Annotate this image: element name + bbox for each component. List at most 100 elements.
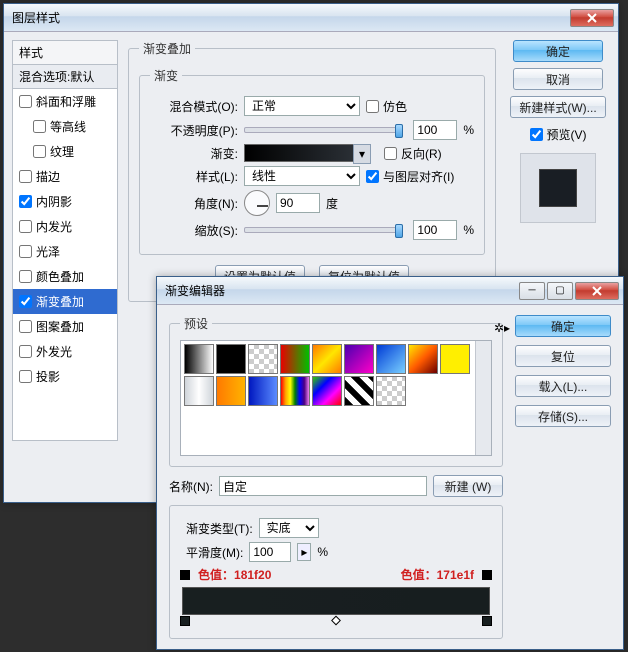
style-item-label: 渐变叠加	[36, 293, 84, 310]
preset-swatch-6[interactable]	[376, 344, 406, 374]
preview-swatch	[539, 169, 577, 207]
reset-button[interactable]: 复位	[515, 345, 611, 367]
name-input[interactable]	[219, 476, 427, 496]
close-button[interactable]	[570, 9, 614, 27]
presets-grid	[180, 340, 492, 456]
preset-swatch-14[interactable]	[344, 376, 374, 406]
preset-swatch-15[interactable]	[376, 376, 406, 406]
style-item-label: 内发光	[36, 218, 72, 235]
color-value-1: 181f20	[234, 568, 271, 582]
style-item-checkbox[interactable]	[19, 345, 32, 358]
style-item-checkbox[interactable]	[33, 145, 46, 158]
color-stop-left[interactable]	[180, 616, 190, 626]
style-label: 样式(L):	[150, 168, 238, 185]
styles-list: 斜面和浮雕等高线纹理描边内阴影内发光光泽颜色叠加渐变叠加图案叠加外发光投影	[12, 89, 118, 441]
titlebar[interactable]: 图层样式	[4, 4, 618, 32]
style-item-checkbox[interactable]	[19, 295, 32, 308]
gradient-editor-right-column: 确定 复位 载入(L)... 存储(S)...	[515, 315, 611, 639]
smoothness-dropdown-icon[interactable]: ▸	[297, 543, 311, 561]
style-item-label: 纹理	[50, 143, 74, 160]
style-item-4[interactable]: 内阴影	[13, 189, 117, 214]
style-item-8[interactable]: 渐变叠加	[13, 289, 117, 314]
angle-input[interactable]	[276, 193, 320, 213]
smoothness-input[interactable]	[249, 542, 291, 562]
style-item-checkbox[interactable]	[19, 195, 32, 208]
stop-marker-top-right[interactable]	[482, 570, 492, 580]
styles-header[interactable]: 样式	[12, 40, 118, 65]
opacity-slider[interactable]	[244, 127, 401, 133]
preset-swatch-3[interactable]	[280, 344, 310, 374]
preset-swatch-7[interactable]	[408, 344, 438, 374]
load-button[interactable]: 载入(L)...	[515, 375, 611, 397]
color-stop-right[interactable]	[482, 616, 492, 626]
scale-input[interactable]	[413, 220, 457, 240]
cancel-button[interactable]: 取消	[513, 68, 603, 90]
preset-swatch-5[interactable]	[344, 344, 374, 374]
style-item-5[interactable]: 内发光	[13, 214, 117, 239]
blend-mode-select[interactable]: 正常	[244, 96, 360, 116]
preview-checkbox[interactable]: 预览(V)	[530, 126, 587, 143]
new-gradient-button[interactable]: 新建 (W)	[433, 475, 503, 497]
align-with-layer-checkbox[interactable]: 与图层对齐(I)	[366, 168, 454, 185]
preset-swatch-13[interactable]	[312, 376, 342, 406]
minimize-button[interactable]: ─	[519, 282, 545, 300]
scale-slider[interactable]	[244, 227, 401, 233]
opacity-label: 不透明度(P):	[150, 122, 238, 139]
style-item-10[interactable]: 外发光	[13, 339, 117, 364]
style-item-checkbox[interactable]	[19, 270, 32, 283]
titlebar[interactable]: 渐变编辑器 ─ ▢	[157, 277, 623, 305]
gradient-type-select[interactable]: 实底	[259, 518, 319, 538]
style-item-label: 等高线	[50, 118, 86, 135]
preset-swatch-8[interactable]	[440, 344, 470, 374]
maximize-button[interactable]: ▢	[547, 282, 573, 300]
style-item-7[interactable]: 颜色叠加	[13, 264, 117, 289]
gear-icon[interactable]: ✲▸	[494, 320, 510, 336]
style-item-6[interactable]: 光泽	[13, 239, 117, 264]
preset-swatch-2[interactable]	[248, 344, 278, 374]
style-item-checkbox[interactable]	[33, 120, 46, 133]
presets-legend: 预设	[180, 315, 212, 332]
stop-marker-top-left[interactable]	[180, 570, 190, 580]
blend-options-default[interactable]: 混合选项:默认	[12, 65, 118, 89]
style-item-checkbox[interactable]	[19, 370, 32, 383]
gradient-overlay-group: 渐变叠加 渐变 混合模式(O): 正常 仿色 不透明度(P): %	[128, 40, 496, 302]
scrollbar[interactable]	[475, 341, 491, 455]
preset-swatch-1[interactable]	[216, 344, 246, 374]
preset-swatch-9[interactable]	[184, 376, 214, 406]
ok-button[interactable]: 确定	[515, 315, 611, 337]
style-item-label: 内阴影	[36, 193, 72, 210]
opacity-midpoint[interactable]	[331, 616, 341, 626]
close-button[interactable]	[575, 282, 619, 300]
gradient-sub-group: 渐变 混合模式(O): 正常 仿色 不透明度(P): % 渐变:	[139, 67, 485, 255]
style-item-1[interactable]: 等高线	[13, 114, 117, 139]
style-item-checkbox[interactable]	[19, 170, 32, 183]
reverse-checkbox[interactable]: 反向(R)	[384, 145, 442, 162]
style-item-9[interactable]: 图案叠加	[13, 314, 117, 339]
new-style-button[interactable]: 新建样式(W)...	[510, 96, 605, 118]
sub-legend: 渐变	[150, 67, 182, 84]
save-button[interactable]: 存储(S)...	[515, 405, 611, 427]
style-item-checkbox[interactable]	[19, 320, 32, 333]
preset-swatch-4[interactable]	[312, 344, 342, 374]
preset-swatch-12[interactable]	[280, 376, 310, 406]
style-item-label: 光泽	[36, 243, 60, 260]
style-item-checkbox[interactable]	[19, 245, 32, 258]
style-select[interactable]: 线性	[244, 166, 360, 186]
window-title: 图层样式	[8, 9, 568, 26]
dither-checkbox[interactable]: 仿色	[366, 98, 407, 115]
gradient-preview[interactable]: ▾	[244, 144, 354, 162]
style-item-2[interactable]: 纹理	[13, 139, 117, 164]
gradient-bar[interactable]	[182, 587, 490, 615]
angle-dial[interactable]	[244, 190, 270, 216]
opacity-input[interactable]	[413, 120, 457, 140]
style-item-checkbox[interactable]	[19, 220, 32, 233]
style-item-checkbox[interactable]	[19, 95, 32, 108]
style-item-0[interactable]: 斜面和浮雕	[13, 89, 117, 114]
preset-swatch-10[interactable]	[216, 376, 246, 406]
style-item-3[interactable]: 描边	[13, 164, 117, 189]
chevron-down-icon[interactable]: ▾	[353, 144, 371, 164]
style-item-11[interactable]: 投影	[13, 364, 117, 389]
preset-swatch-11[interactable]	[248, 376, 278, 406]
preset-swatch-0[interactable]	[184, 344, 214, 374]
ok-button[interactable]: 确定	[513, 40, 603, 62]
